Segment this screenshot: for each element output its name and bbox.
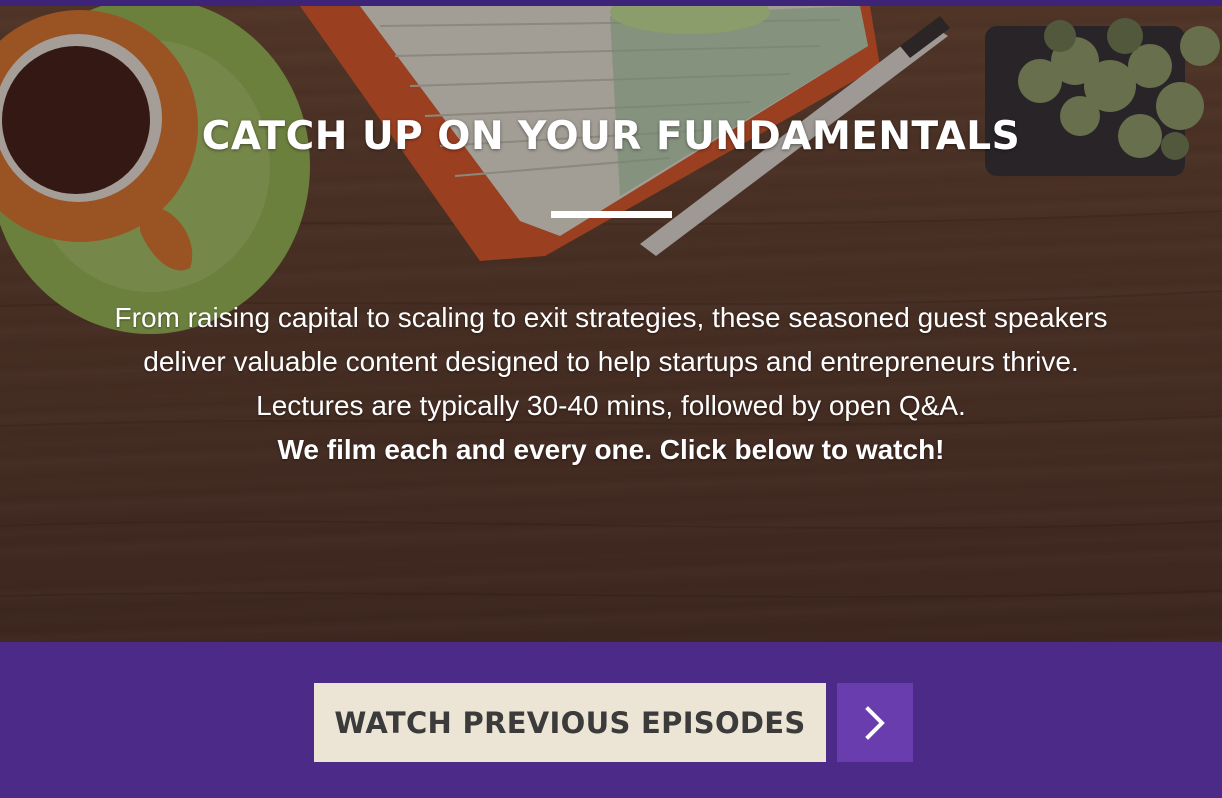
hero-description: From raising capital to scaling to exit …: [114, 302, 1108, 421]
hero-cta-text: We film each and every one. Click below …: [277, 434, 945, 465]
watch-button-label: WATCH PREVIOUS EPISODES: [334, 705, 806, 740]
hero-description-block: From raising capital to scaling to exit …: [110, 296, 1112, 472]
next-arrow-button[interactable]: [837, 683, 913, 762]
chevron-right-icon: [865, 705, 885, 740]
cta-band: WATCH PREVIOUS EPISODES: [0, 642, 1222, 798]
page: CATCH UP ON YOUR FUNDAMENTALS From raisi…: [0, 0, 1222, 798]
hero-section: CATCH UP ON YOUR FUNDAMENTALS From raisi…: [0, 6, 1222, 642]
watch-previous-episodes-button[interactable]: WATCH PREVIOUS EPISODES: [314, 683, 826, 762]
hero-title: CATCH UP ON YOUR FUNDAMENTALS: [201, 114, 1021, 159]
title-divider: [551, 211, 672, 218]
